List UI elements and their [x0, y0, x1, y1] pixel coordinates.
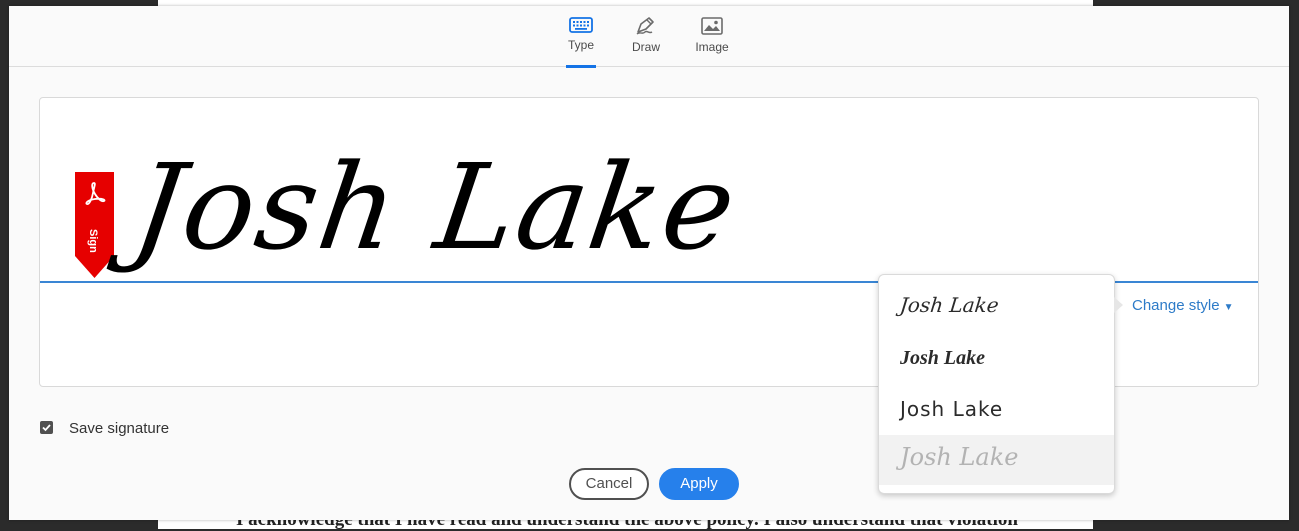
style-option-label: Josh Lake: [900, 347, 985, 369]
style-option-1[interactable]: Josh Lake: [879, 281, 1114, 331]
signature-mode-tabs: Type Draw Image: [9, 6, 1289, 68]
style-option-label: Josh Lake: [898, 293, 1000, 317]
tab-type[interactable]: Type: [551, 14, 611, 68]
change-style-button[interactable]: Change style ▼: [1132, 297, 1233, 314]
tab-image[interactable]: Image: [682, 14, 742, 66]
tab-image-label: Image: [695, 40, 729, 54]
style-option-label: Josh Lake: [900, 397, 1004, 421]
pen-draw-icon: [636, 17, 654, 35]
signature-dialog: Type Draw Image Sign Josh Lake Change st…: [9, 6, 1289, 520]
active-tab-indicator: [566, 65, 596, 68]
caret-down-icon: ▼: [1223, 302, 1234, 313]
checkmark-icon: [42, 424, 51, 432]
signature-style-menu: Josh Lake Josh Lake Josh Lake Josh Lake: [878, 274, 1123, 494]
save-signature-checkbox[interactable]: [40, 421, 53, 434]
tab-draw-label: Draw: [631, 40, 660, 54]
signature-preview-text: Josh Lake: [125, 138, 746, 276]
save-signature-label: Save signature: [69, 420, 170, 437]
image-icon: [701, 17, 723, 35]
change-style-label: Change style: [1132, 297, 1220, 314]
style-option-label: Josh Lake: [900, 443, 1019, 471]
cancel-button[interactable]: Cancel: [569, 468, 649, 500]
keyboard-icon: [569, 17, 593, 33]
style-option-3[interactable]: Josh Lake: [879, 385, 1114, 435]
apply-button[interactable]: Apply: [659, 468, 739, 500]
sign-ribbon-badge: Sign: [75, 172, 114, 278]
style-option-4-selected[interactable]: Josh Lake: [879, 435, 1114, 485]
sign-ribbon-label: Sign: [87, 229, 99, 253]
tab-draw[interactable]: Draw: [616, 14, 676, 66]
tab-type-label: Type: [567, 38, 594, 52]
style-option-2[interactable]: Josh Lake: [879, 335, 1114, 385]
